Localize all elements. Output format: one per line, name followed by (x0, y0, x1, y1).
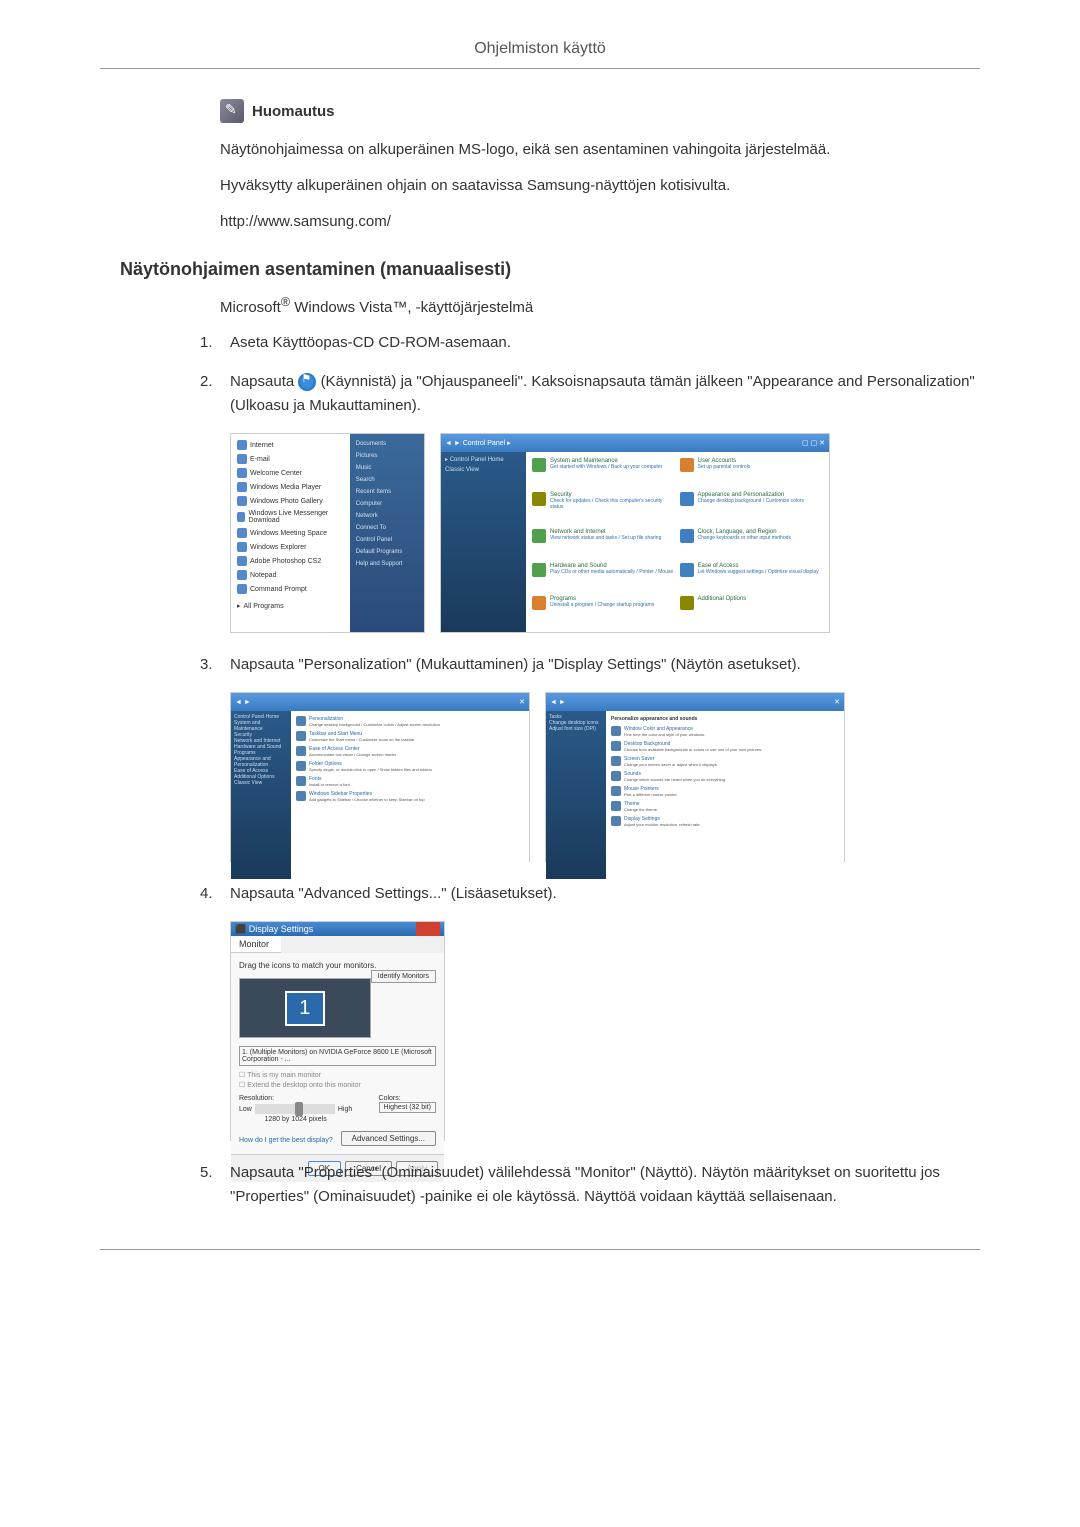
note-text-2: Hyväksytty alkuperäinen ohjain on saatav… (220, 174, 980, 198)
step-5: 5. Napsauta "Properties" (Ominaisuudet) … (200, 1161, 980, 1209)
advanced-settings-button: Advanced Settings... (341, 1131, 436, 1146)
resolution-slider (255, 1104, 335, 1114)
note-text-1: Näytönohjaimessa on alkuperäinen MS-logo… (220, 138, 980, 162)
note-url: http://www.samsung.com/ (220, 210, 980, 234)
colors-select: Highest (32 bit) (379, 1102, 436, 1113)
control-panel-screenshot: ◄ ► Control Panel ▸ ▢ ▢ ✕ ▸ Control Pane… (440, 433, 830, 633)
monitor-dropdown: 1. (Multiple Monitors) on NVIDIA GeForce… (239, 1046, 436, 1066)
monitor-tab: Monitor (231, 936, 281, 953)
start-menu-screenshot: Internet E-mail Welcome Center Windows M… (230, 433, 425, 633)
windows-start-icon (298, 373, 316, 391)
page-header-title: Ohjelmiston käyttö (100, 40, 980, 69)
step-1: 1. Aseta Käyttöopas-CD CD-ROM-asemaan. (200, 331, 980, 355)
close-icon (416, 922, 440, 936)
step2-screenshots: Internet E-mail Welcome Center Windows M… (230, 433, 980, 633)
step-2: 2. Napsauta (Käynnistä) ja "Ohjauspaneel… (200, 370, 980, 418)
step3-screenshots: ◄ ►✕ Control Panel Home System and Maint… (230, 692, 980, 862)
steps-list: 1. Aseta Käyttöopas-CD CD-ROM-asemaan. 2… (200, 331, 980, 418)
note-icon (220, 99, 244, 123)
step-3: 3. Napsauta "Personalization" (Mukauttam… (200, 653, 980, 677)
display-settings-screenshot: ⬛ Display Settings Monitor Drag the icon… (230, 921, 445, 1141)
note-label: Huomautus (252, 103, 335, 120)
section-heading: Näytönohjaimen asentaminen (manuaalisest… (120, 259, 980, 280)
monitor-icon: 1 (285, 991, 325, 1026)
help-link: How do I get the best display? (239, 1137, 333, 1146)
step-4: 4. Napsauta "Advanced Settings..." (Lisä… (200, 882, 980, 906)
personalization-panel-screenshot: ◄ ►✕ Tasks Change desktop icons Adjust f… (545, 692, 845, 862)
os-subtext: Microsoft® Windows Vista™, -käyttöjärjes… (220, 295, 980, 316)
appearance-panel-screenshot: ◄ ►✕ Control Panel Home System and Maint… (230, 692, 530, 862)
footer-divider (100, 1249, 980, 1250)
note-section: Huomautus Näytönohjaimessa on alkuperäin… (220, 99, 980, 234)
identify-monitors-button: Identify Monitors (371, 970, 436, 983)
